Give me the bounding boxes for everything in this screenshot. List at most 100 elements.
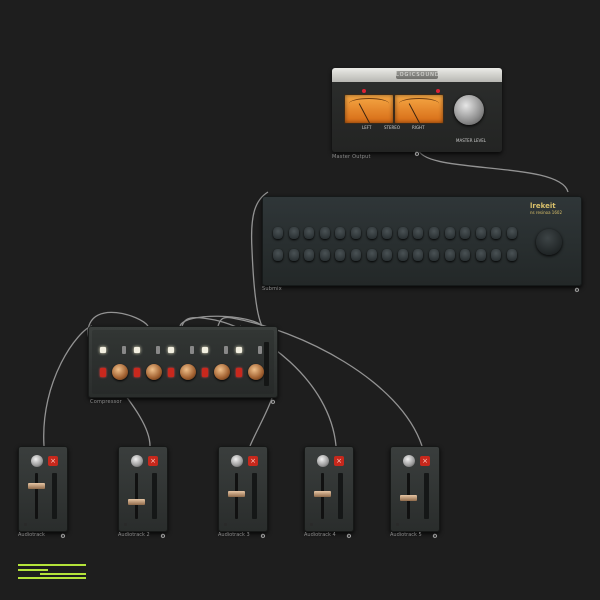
audiotrack-module[interactable]: ×	[18, 446, 68, 532]
pan-knob[interactable]	[131, 455, 143, 467]
volume-fader[interactable]	[314, 491, 331, 497]
gear-icon[interactable]: ⚙	[574, 288, 580, 294]
submix-channel-knob[interactable]	[429, 227, 439, 239]
submix-channel-knob[interactable]	[382, 249, 393, 261]
gear-icon[interactable]: ⚙	[346, 534, 352, 540]
submix-channel-knob[interactable]	[273, 227, 283, 239]
compressor-knob[interactable]	[180, 364, 196, 380]
compressor-switch[interactable]	[190, 346, 194, 354]
pan-knob[interactable]	[403, 455, 415, 467]
submix-channel-knob[interactable]	[304, 227, 315, 239]
track-led	[396, 523, 399, 526]
gear-icon[interactable]: ⚙	[414, 152, 420, 158]
submix-channel-knob[interactable]	[444, 227, 455, 239]
fader-rail	[35, 473, 38, 519]
submix-channel-knob[interactable]	[366, 249, 377, 261]
gear-icon[interactable]: ⚙	[160, 534, 166, 540]
submix-channel-knob[interactable]	[288, 249, 299, 261]
submix-channel-knob[interactable]	[273, 249, 283, 261]
submix-channel-knob[interactable]	[444, 249, 455, 261]
compressor-bypass-button[interactable]	[236, 368, 242, 377]
submix-channel-knob[interactable]	[288, 227, 299, 239]
volume-fader[interactable]	[228, 491, 245, 497]
submix-channel-knob[interactable]	[366, 227, 377, 239]
submix-logo: lrekeit	[530, 202, 556, 210]
submix-logo-sub: ns resinoa 1602	[530, 210, 562, 215]
submix-channel-knob[interactable]	[507, 227, 517, 239]
compressor-bypass-button[interactable]	[134, 368, 140, 377]
submix-channel-knob[interactable]	[304, 249, 315, 261]
submix-channel-knob[interactable]	[413, 249, 424, 261]
master-level-knob[interactable]	[454, 95, 484, 125]
audiotrack-module[interactable]: ×	[390, 446, 440, 532]
level-meter	[52, 473, 57, 519]
pan-knob[interactable]	[317, 455, 329, 467]
compressor-indicator-light	[134, 347, 140, 353]
submix-channel-knob[interactable]	[491, 249, 502, 261]
compressor-bypass-button[interactable]	[100, 368, 106, 377]
compressor-switch[interactable]	[156, 346, 160, 354]
compressor-switch[interactable]	[224, 346, 228, 354]
submix-channel-knob[interactable]	[335, 249, 346, 261]
fader-rail	[135, 473, 138, 519]
track-led	[310, 523, 313, 526]
volume-fader[interactable]	[128, 499, 145, 505]
mute-button[interactable]: ×	[334, 456, 344, 466]
compressor-knob[interactable]	[146, 364, 162, 380]
pan-knob[interactable]	[31, 455, 43, 467]
submix-channel-knob[interactable]	[351, 249, 361, 261]
mute-button[interactable]: ×	[248, 456, 258, 466]
submix-channel-knob[interactable]	[491, 227, 502, 239]
master-header: LOGICSOUND	[332, 68, 502, 82]
gear-icon[interactable]: ⚙	[270, 400, 276, 406]
submix-channel-knob[interactable]	[397, 249, 408, 261]
mute-button[interactable]: ×	[148, 456, 158, 466]
volume-fader[interactable]	[400, 495, 417, 501]
compressor-bypass-button[interactable]	[168, 368, 174, 377]
audiotrack-label: Audiotrack	[18, 532, 45, 538]
submix-channel-knob[interactable]	[382, 227, 393, 239]
volume-fader[interactable]	[28, 483, 45, 489]
compressor-indicator-light	[202, 347, 208, 353]
mute-button[interactable]: ×	[420, 456, 430, 466]
audiotrack-module[interactable]: ×	[118, 446, 168, 532]
submix-label: Submix	[262, 286, 282, 292]
track-led	[224, 523, 227, 526]
pan-knob[interactable]	[231, 455, 243, 467]
level-meter	[424, 473, 429, 519]
submix-channel-knob[interactable]	[475, 227, 486, 239]
vu-right-caption: RIGHT	[412, 125, 425, 130]
compressor-switch[interactable]	[122, 346, 126, 354]
submix-channel-knob[interactable]	[460, 227, 471, 239]
compressor-module[interactable]	[88, 326, 278, 398]
submix-master-knob[interactable]	[536, 229, 562, 255]
mute-button[interactable]: ×	[48, 456, 58, 466]
submix-channel-knob[interactable]	[319, 227, 330, 239]
gear-icon[interactable]: ⚙	[260, 534, 266, 540]
submix-channel-knob[interactable]	[351, 227, 361, 239]
compressor-knob[interactable]	[214, 364, 230, 380]
compressor-indicator-light	[236, 347, 242, 353]
compressor-indicator-light	[100, 347, 106, 353]
submix-channel-knob[interactable]	[335, 227, 346, 239]
compressor-bypass-button[interactable]	[202, 368, 208, 377]
master-clip-led	[436, 89, 440, 93]
compressor-knob[interactable]	[112, 364, 128, 380]
gear-icon[interactable]: ⚙	[432, 534, 438, 540]
submix-channel-knob[interactable]	[429, 249, 439, 261]
submix-channel-knob[interactable]	[397, 227, 408, 239]
audiotrack-label: Audiotrack 3	[218, 532, 250, 538]
submix-channel-knob[interactable]	[319, 249, 330, 261]
audiotrack-label: Audiotrack 2	[118, 532, 150, 538]
submix-channel-knob[interactable]	[460, 249, 471, 261]
submix-channel-knob[interactable]	[507, 249, 517, 261]
compressor-knob[interactable]	[248, 364, 264, 380]
audiotrack-module[interactable]: ×	[304, 446, 354, 532]
audiotrack-module[interactable]: ×	[218, 446, 268, 532]
compressor-switch[interactable]	[258, 346, 262, 354]
submix-channel-knob[interactable]	[475, 249, 486, 261]
master-output-module[interactable]: LOGICSOUND LEFT STEREO RIGHT MASTER LEVE…	[332, 68, 502, 152]
submix-module[interactable]: lrekeit ns resinoa 1602	[262, 196, 582, 286]
gear-icon[interactable]: ⚙	[60, 534, 66, 540]
submix-channel-knob[interactable]	[413, 227, 424, 239]
